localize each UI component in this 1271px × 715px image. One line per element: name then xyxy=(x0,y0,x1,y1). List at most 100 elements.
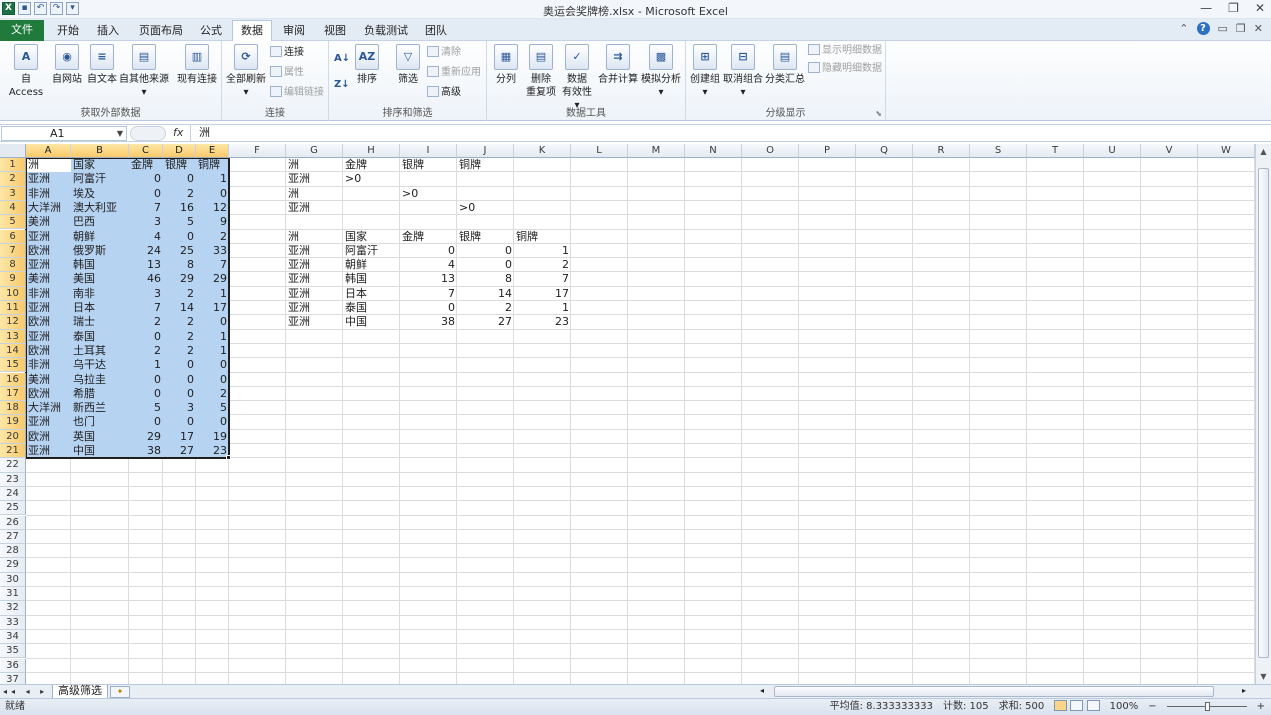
existing-connections-button[interactable]: ▥ 现有连接 xyxy=(175,44,219,86)
result-cell[interactable]: 亚洲 xyxy=(286,287,343,301)
text-to-columns-button[interactable]: ▦ 分列 xyxy=(492,44,520,86)
subtotal-button[interactable]: ▤ 分类汇总 xyxy=(764,44,806,86)
zoom-level[interactable]: 100% xyxy=(1110,699,1139,714)
zoom-slider-knob[interactable] xyxy=(1204,702,1210,711)
column-header-g[interactable]: G xyxy=(286,144,343,158)
hide-detail-button[interactable]: 隐藏明细数据 xyxy=(808,61,882,77)
scroll-right-icon[interactable]: ▸ xyxy=(1242,686,1246,695)
tab-home[interactable]: 开始 xyxy=(50,21,86,41)
from-access-button[interactable]: A 自 Access xyxy=(4,44,48,99)
result-cell[interactable]: 中国 xyxy=(343,315,400,329)
name-box-dropdown-icon[interactable]: ▼ xyxy=(117,127,123,140)
row-header-20[interactable]: 20 xyxy=(0,429,26,444)
result-header-cell[interactable]: 国家 xyxy=(343,230,400,244)
result-cell[interactable]: 0 xyxy=(400,244,457,258)
column-header-l[interactable]: L xyxy=(571,144,628,158)
column-header-k[interactable]: K xyxy=(514,144,571,158)
criteria-header-cell[interactable]: 金牌 xyxy=(343,158,400,172)
row-header-4[interactable]: 4 xyxy=(0,200,26,216)
column-header-m[interactable]: M xyxy=(628,144,685,158)
row-header-5[interactable]: 5 xyxy=(0,215,26,230)
tab-insert[interactable]: 插入 xyxy=(90,21,126,41)
result-cell[interactable]: 8 xyxy=(457,272,514,286)
result-cell[interactable]: 阿富汗 xyxy=(343,244,400,258)
formula-bar-expander[interactable] xyxy=(130,126,166,141)
column-header-d[interactable]: D xyxy=(163,144,196,158)
insert-sheet-icon[interactable]: ✦ xyxy=(110,686,130,698)
result-cell[interactable]: 亚洲 xyxy=(286,301,343,315)
vertical-scroll-thumb[interactable] xyxy=(1258,168,1269,658)
result-cell[interactable]: 17 xyxy=(514,287,571,301)
result-cell[interactable]: 亚洲 xyxy=(286,315,343,329)
ungroup-button[interactable]: ⊟ 取消组合 ▾ xyxy=(722,44,764,99)
insert-function-icon[interactable]: fx xyxy=(173,126,183,139)
zoom-slider[interactable] xyxy=(1166,702,1247,711)
data-validation-button[interactable]: ✓ 数据 有效性 ▾ xyxy=(558,44,596,112)
scroll-down-icon[interactable]: ▼ xyxy=(1258,671,1269,682)
row-header-18[interactable]: 18 xyxy=(0,401,26,416)
horizontal-scroll-thumb[interactable] xyxy=(774,686,1214,697)
close-icon[interactable]: ✕ xyxy=(1255,1,1265,15)
column-header-o[interactable]: O xyxy=(742,144,799,158)
row-header-30[interactable]: 30 xyxy=(0,572,26,587)
row-header-22[interactable]: 22 xyxy=(0,458,26,473)
criteria-header-cell[interactable]: 洲 xyxy=(286,158,343,172)
column-header-b[interactable]: B xyxy=(71,144,129,158)
row-header-25[interactable]: 25 xyxy=(0,501,26,516)
criteria-header-cell[interactable]: 银牌 xyxy=(400,158,457,172)
zoom-out-icon[interactable]: − xyxy=(1148,699,1156,714)
row-header-10[interactable]: 10 xyxy=(0,286,26,301)
result-cell[interactable]: 7 xyxy=(400,287,457,301)
result-cell[interactable]: 27 xyxy=(457,315,514,329)
select-all-corner[interactable] xyxy=(0,144,26,158)
sort-button[interactable]: AZ 排序 xyxy=(354,44,380,86)
result-cell[interactable]: 1 xyxy=(514,244,571,258)
column-header-c[interactable]: C xyxy=(129,144,163,158)
normal-view-icon[interactable] xyxy=(1054,700,1068,711)
row-header-13[interactable]: 13 xyxy=(0,329,26,344)
row-header-35[interactable]: 35 xyxy=(0,644,26,659)
workbook-restore-icon[interactable]: ❐ xyxy=(1236,22,1246,35)
tab-page-layout[interactable]: 页面布局 xyxy=(133,21,189,41)
criteria-cell[interactable]: >0 xyxy=(343,172,400,186)
row-header-2[interactable]: 2 xyxy=(0,172,26,187)
fill-handle[interactable] xyxy=(226,455,231,461)
from-other-sources-button[interactable]: ▤ 自其他来源 ▾ xyxy=(118,44,170,99)
row-header-37[interactable]: 37 xyxy=(0,672,26,684)
workbook-close-icon[interactable]: ✕ xyxy=(1254,22,1263,35)
result-cell[interactable]: 4 xyxy=(400,258,457,272)
scroll-up-icon[interactable]: ▲ xyxy=(1258,146,1269,157)
tab-view[interactable]: 视图 xyxy=(317,21,353,41)
row-header-21[interactable]: 21 xyxy=(0,444,26,459)
row-header-1[interactable]: 1 xyxy=(0,158,26,173)
result-cell[interactable]: 13 xyxy=(400,272,457,286)
criteria-cell[interactable]: >0 xyxy=(400,187,457,201)
result-header-cell[interactable]: 银牌 xyxy=(457,230,514,244)
page-layout-view-icon[interactable] xyxy=(1070,700,1084,711)
column-header-f[interactable]: F xyxy=(229,144,286,158)
column-header-p[interactable]: P xyxy=(799,144,856,158)
result-cell[interactable]: 23 xyxy=(514,315,571,329)
from-text-button[interactable]: ≡ 自文本 xyxy=(85,44,119,86)
formula-input[interactable]: 洲 xyxy=(190,125,1258,142)
row-header-7[interactable]: 7 xyxy=(0,243,26,259)
tab-formulas[interactable]: 公式 xyxy=(193,21,229,41)
clear-filter-button[interactable]: 清除 xyxy=(427,45,461,61)
sort-descending-icon[interactable]: Z↓ xyxy=(334,77,350,93)
criteria-cell[interactable]: >0 xyxy=(457,201,514,215)
row-header-36[interactable]: 36 xyxy=(0,658,26,673)
result-cell[interactable]: 1 xyxy=(514,301,571,315)
row-header-15[interactable]: 15 xyxy=(0,358,26,373)
result-cell[interactable]: 2 xyxy=(457,301,514,315)
result-cell[interactable]: 亚洲 xyxy=(286,244,343,258)
row-header-11[interactable]: 11 xyxy=(0,301,26,316)
workbook-minimize-icon[interactable]: ▭ xyxy=(1218,22,1228,35)
criteria-header-cell[interactable]: 铜牌 xyxy=(457,158,514,172)
row-header-17[interactable]: 17 xyxy=(0,386,26,402)
tab-load-test[interactable]: 负载测试 xyxy=(358,21,414,41)
result-cell[interactable]: 韩国 xyxy=(343,272,400,286)
column-header-e[interactable]: E xyxy=(196,144,229,158)
minimize-ribbon-icon[interactable]: ⌃ xyxy=(1179,22,1188,35)
result-cell[interactable]: 0 xyxy=(457,244,514,258)
column-header-h[interactable]: H xyxy=(343,144,400,158)
